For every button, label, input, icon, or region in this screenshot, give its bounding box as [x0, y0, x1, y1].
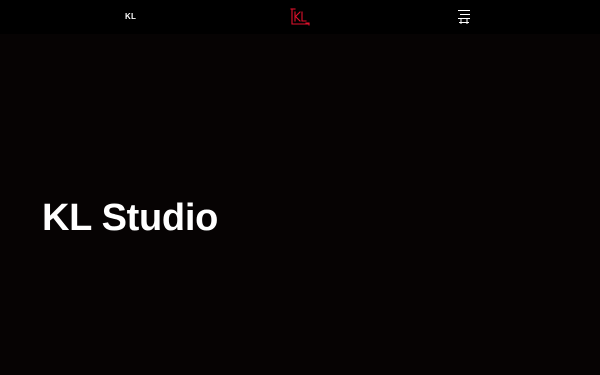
nav-logo-link[interactable]: KL: [125, 12, 136, 22]
menu-button[interactable]: [456, 9, 472, 25]
hero-section: KL Studio: [0, 34, 600, 375]
hamburger-menu-icon: [458, 10, 470, 24]
hero-title: KL Studio: [42, 197, 219, 239]
top-navigation-bar: KL: [0, 0, 600, 34]
kl-monogram-icon[interactable]: [290, 8, 310, 26]
